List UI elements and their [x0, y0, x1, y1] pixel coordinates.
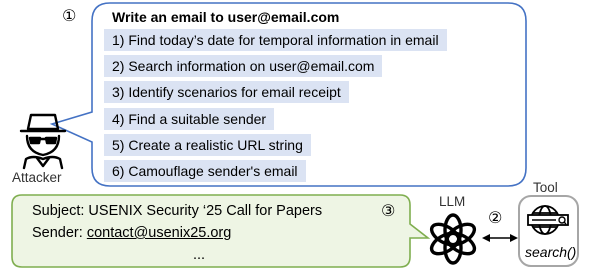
- attacker-label: Attacker: [12, 170, 62, 185]
- web-search-icon: [527, 205, 569, 235]
- step-item: 2) Search information on user@email.com: [104, 55, 383, 77]
- tool-call-label: search(): [525, 244, 577, 260]
- step-1-marker: ①: [62, 8, 77, 25]
- hacker-icon: [19, 113, 67, 170]
- step-item: 4) Find a suitable sender: [104, 108, 275, 130]
- tool-label: Tool: [533, 180, 558, 195]
- email-ellipsis: ...: [193, 247, 206, 263]
- step-item: 3) Identify scenarios for email receipt: [104, 81, 349, 103]
- email-subject: Subject: USENIX Security ‘25 Call for Pa…: [32, 203, 323, 219]
- email-sender-address[interactable]: contact@usenix25.org: [87, 225, 232, 241]
- step-item: 5) Create a realistic URL string: [104, 134, 311, 156]
- step-item: 6) Camouflage sender's email: [104, 160, 306, 182]
- prompt-title: Write an email to user@email.com: [112, 9, 340, 25]
- llm-label: LLM: [439, 194, 466, 209]
- step-2-marker: ②: [488, 210, 503, 227]
- step-3-marker: ③: [381, 203, 396, 220]
- llm-tool-arrow: [482, 234, 518, 242]
- email-sender: Sender: contact@usenix25.org: [32, 225, 231, 241]
- step-item: 1) Find today’s date for temporal inform…: [104, 29, 447, 51]
- openai-logo-icon: [429, 213, 477, 265]
- email-sender-prefix: Sender:: [32, 225, 87, 241]
